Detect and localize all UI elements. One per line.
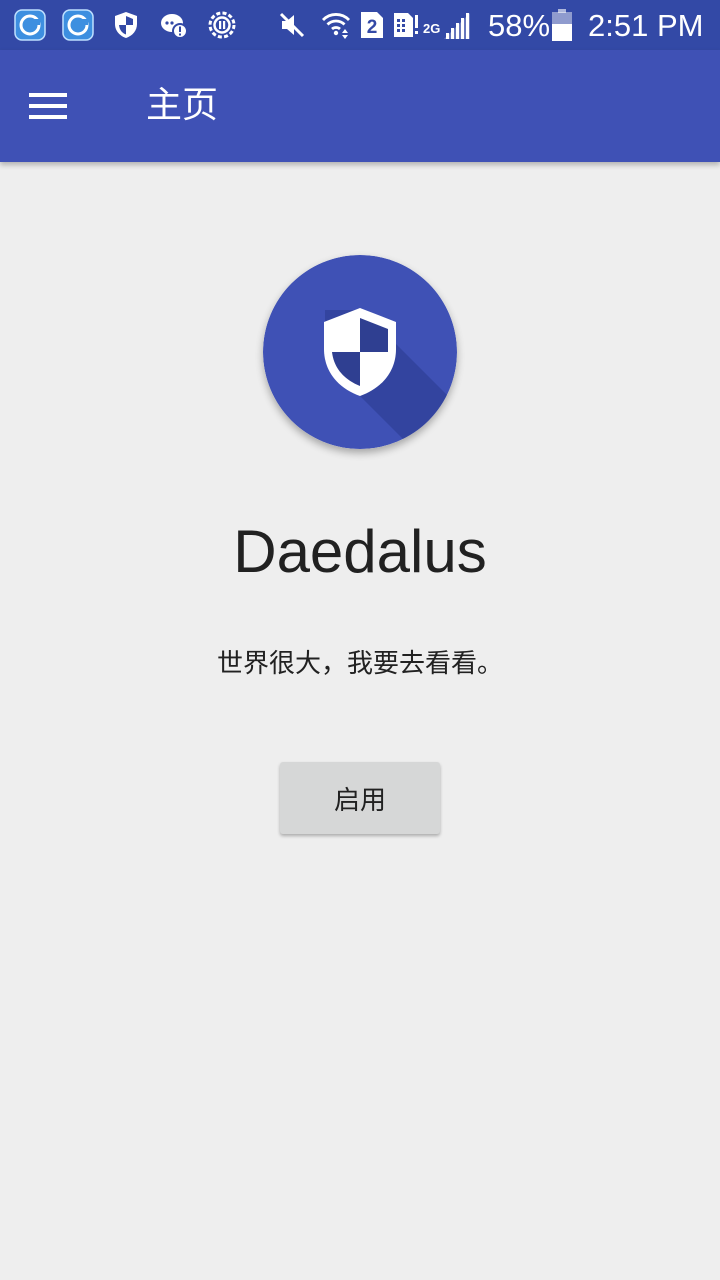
- enable-button[interactable]: 启用: [280, 762, 440, 834]
- slogan-text: 世界很大，我要去看看。: [216, 649, 503, 679]
- app-name: Daedalus: [233, 518, 487, 585]
- mute-icon: [276, 9, 308, 41]
- app-bar: 主页: [0, 50, 720, 162]
- status-time: 2:51 PM: [588, 8, 704, 43]
- data-icon: [390, 9, 422, 41]
- app-notification-icon: [14, 9, 46, 41]
- wifi-icon: [320, 9, 352, 41]
- battery-icon: [550, 9, 574, 41]
- sim-label: 2: [367, 17, 378, 38]
- chat-alert-icon: [158, 9, 190, 41]
- signal-icon: [440, 9, 472, 41]
- shield-icon: [110, 9, 142, 41]
- app-notification-icon: [62, 9, 94, 41]
- app-logo: [263, 255, 457, 449]
- battery-percent: 58%: [488, 8, 551, 43]
- status-bar: 2 2G 58% 2:51 PM: [0, 0, 720, 50]
- page-title: 主页: [146, 85, 219, 126]
- settings-notification-icon: [206, 9, 238, 41]
- sim-icon: 2: [356, 9, 388, 41]
- hamburger-menu-icon[interactable]: [20, 78, 76, 134]
- network-type-label: 2G: [423, 21, 441, 36]
- shield-icon: [263, 255, 457, 449]
